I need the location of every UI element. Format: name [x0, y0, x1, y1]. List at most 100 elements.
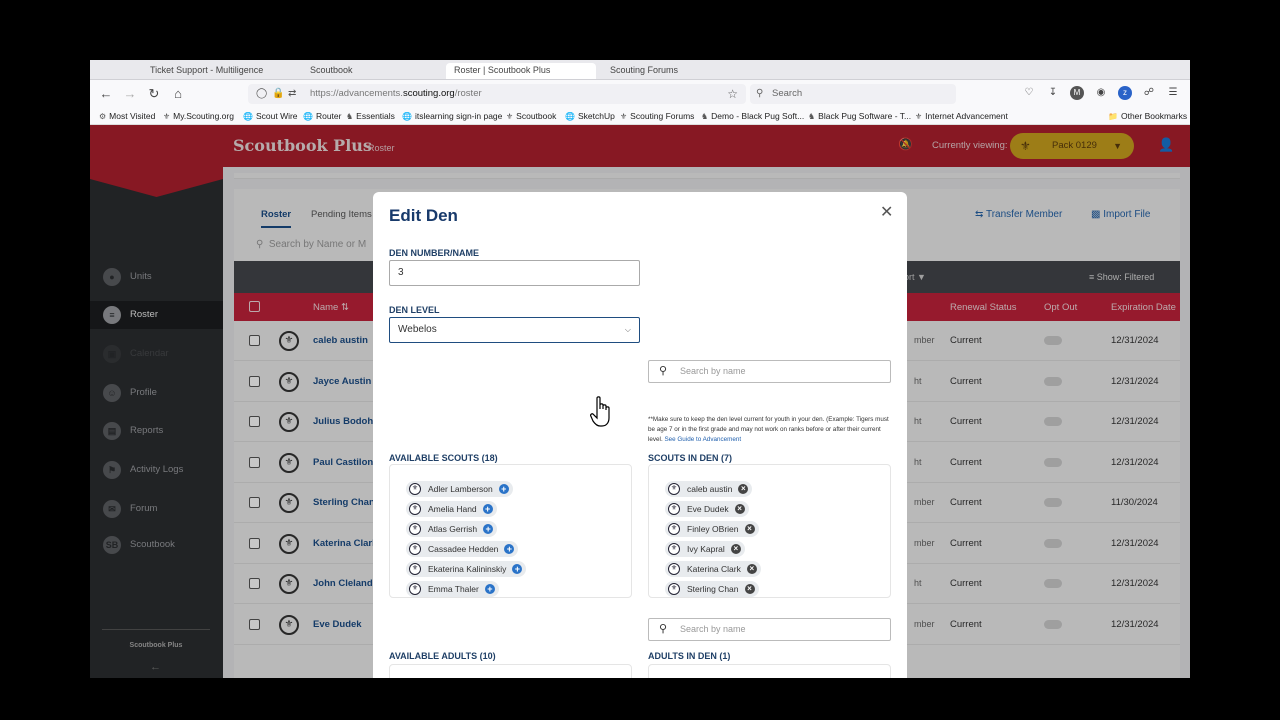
scout-name: Sterling Chan [687, 584, 739, 594]
permissions-icon[interactable]: ⇄ [288, 84, 296, 104]
bookmark-item[interactable]: 🌐 Scout Wire [243, 110, 298, 123]
browser-tab[interactable]: Scouting Forums [602, 63, 752, 79]
available-scout-chip[interactable]: ⚜ Cassadee Hedden + [406, 541, 519, 557]
den-scout-chip[interactable]: ⚜ Eve Dudek × [665, 501, 749, 517]
scout-name: caleb austin [687, 484, 733, 494]
search-icon: ⚲ [659, 365, 668, 377]
fleur-icon: ⚜ [620, 112, 628, 121]
bookmark-item[interactable]: ♞ Essentials [346, 110, 395, 123]
screen: Ticket Support - Multiligence Scoutbook … [90, 60, 1190, 678]
den-scout-chip[interactable]: ⚜ Sterling Chan × [665, 581, 759, 597]
bookmark-star-icon[interactable]: ☆ [727, 84, 738, 104]
add-scout-icon[interactable]: + [512, 564, 523, 574]
scout-avatar-icon: ⚜ [668, 543, 680, 555]
den-level-select[interactable]: Webelos ⌵ [389, 317, 640, 343]
available-scout-chip[interactable]: ⚜ Atlas Gerrish + [406, 521, 498, 537]
scout-name: Emma Thaler [428, 584, 479, 594]
scout-avatar-icon: ⚜ [668, 523, 680, 535]
scout-avatar-icon: ⚜ [409, 543, 421, 555]
den-number-input[interactable]: 3 [389, 260, 640, 286]
back-icon[interactable]: ← [97, 85, 115, 103]
remove-scout-icon[interactable]: × [746, 564, 757, 574]
reload-icon[interactable]: ↻ [145, 85, 163, 103]
puzzle-extensions-icon[interactable]: ☍ [1142, 86, 1156, 100]
scouts-in-den-list[interactable]: ⚜ caleb austin × ⚜ Eve Dudek × ⚜ Finley OBrien ×… [648, 464, 891, 598]
profile-avatar-icon[interactable]: M [1070, 86, 1084, 100]
bookmark-item[interactable]: 🌐 itslearning sign-in page [402, 110, 502, 123]
search-icon: ⚲ [756, 88, 764, 99]
scout-avatar-icon: ⚜ [409, 483, 421, 495]
browser-search-bar[interactable]: ⚲ Search [750, 84, 956, 104]
scouts-search-input[interactable]: ⚲ Search by name [648, 360, 891, 383]
hand-cursor-icon [590, 396, 610, 427]
den-scout-chip[interactable]: ⚜ Ivy Kapral × [665, 541, 745, 557]
extension-icon[interactable]: ◉ [1094, 86, 1108, 100]
scout-avatar-icon: ⚜ [409, 583, 421, 595]
bookmark-item[interactable]: ⚜ Scoutbook [506, 110, 556, 123]
forward-icon[interactable]: → [121, 85, 139, 103]
remove-scout-icon[interactable]: × [730, 544, 741, 554]
adults-in-den-label: ADULTS IN DEN (1) [648, 651, 731, 661]
fleur-icon: ⚜ [915, 112, 923, 121]
zoom-extension-icon[interactable]: z [1118, 86, 1132, 100]
browser-tab-active[interactable]: Roster | Scoutbook Plus [446, 63, 596, 79]
bookmark-item[interactable]: ♞ Demo - Black Pug Soft... [701, 110, 804, 123]
den-scout-chip[interactable]: ⚜ Katerina Clark × [665, 561, 761, 577]
scout-avatar-icon: ⚜ [409, 503, 421, 515]
adults-search-input[interactable]: ⚲ Search by name [648, 618, 891, 641]
remove-scout-icon[interactable]: × [738, 484, 749, 494]
bookmark-item[interactable]: ⚙ Most Visited [99, 110, 155, 123]
shield-icon[interactable]: ◯ [256, 84, 267, 104]
bookmark-item[interactable]: ⚜ Scouting Forums [620, 110, 694, 123]
remove-scout-icon[interactable]: × [734, 504, 745, 514]
download-icon[interactable]: ↧ [1046, 86, 1060, 100]
pocket-icon[interactable]: ♡ [1022, 86, 1036, 100]
add-scout-icon[interactable]: + [483, 524, 494, 534]
bookmark-item[interactable]: ⚜ Internet Advancement [915, 110, 1008, 123]
add-scout-icon[interactable]: + [498, 484, 509, 494]
scout-name: Eve Dudek [687, 504, 729, 514]
guide-to-advancement-link[interactable]: See Guide to Advancement [664, 436, 741, 443]
scout-name: Amelia Hand [428, 504, 477, 514]
available-scouts-list[interactable]: ⚜ Adler Lamberson + ⚜ Amelia Hand + ⚜ Atlas Ger… [389, 464, 632, 598]
scout-avatar-icon: ⚜ [668, 563, 680, 575]
add-scout-icon[interactable]: + [482, 504, 493, 514]
globe-icon: 🌐 [402, 112, 412, 121]
available-scout-chip[interactable]: ⚜ Emma Thaler + [406, 581, 499, 597]
den-scout-chip[interactable]: ⚜ caleb austin × [665, 481, 753, 497]
bookmark-item[interactable]: 🌐 Router [303, 110, 341, 123]
scout-avatar-icon: ⚜ [668, 483, 680, 495]
scout-name: Katerina Clark [687, 564, 741, 574]
home-icon[interactable]: ⌂ [169, 85, 187, 103]
scout-name: Ivy Kapral [687, 544, 725, 554]
bookmark-item[interactable]: ♞ Black Pug Software - T... [808, 110, 911, 123]
scout-name: Adler Lamberson [428, 484, 493, 494]
den-level-value: Webelos [398, 324, 437, 335]
url-bar[interactable]: ◯ 🔒 ⇄ https://advancements.scouting.org/… [248, 84, 746, 104]
den-scout-chip[interactable]: ⚜ Finley OBrien × [665, 521, 759, 537]
browser-tab[interactable]: Ticket Support - Multiligence [142, 63, 302, 79]
available-scout-chip[interactable]: ⚜ Amelia Hand + [406, 501, 497, 517]
available-scout-chip[interactable]: ⚜ Adler Lamberson + [406, 481, 513, 497]
bookmarks-bar: ⚙ Most Visited ⚜ My.Scouting.org 🌐 Scout Wi… [90, 107, 1190, 125]
remove-scout-icon[interactable]: × [744, 524, 755, 534]
add-scout-icon[interactable]: + [484, 584, 495, 594]
dog-icon: ♞ [701, 112, 709, 121]
other-bookmarks[interactable]: 📁 Other Bookmarks [1108, 110, 1187, 123]
bookmark-item[interactable]: ⚜ My.Scouting.org [163, 110, 234, 123]
available-adults-list[interactable] [389, 664, 632, 678]
add-scout-icon[interactable]: + [504, 544, 515, 554]
bookmark-item[interactable]: 🌐 SketchUp [565, 110, 615, 123]
dog-icon: ♞ [346, 112, 354, 121]
modal-title: Edit Den [389, 206, 458, 225]
adults-in-den-list[interactable] [648, 664, 891, 678]
browser-tab[interactable]: Scoutbook [302, 63, 442, 79]
scout-name: Atlas Gerrish [428, 524, 478, 534]
den-number-label: DEN NUMBER/NAME [389, 248, 479, 258]
lock-icon[interactable]: 🔒 [272, 84, 284, 104]
close-icon[interactable]: ✕ [880, 202, 893, 222]
remove-scout-icon[interactable]: × [744, 584, 755, 594]
den-level-label: DEN LEVEL [389, 305, 440, 315]
menu-icon[interactable]: ☰ [1166, 86, 1180, 100]
available-scout-chip[interactable]: ⚜ Ekaterina Kalininskiy + [406, 561, 527, 577]
